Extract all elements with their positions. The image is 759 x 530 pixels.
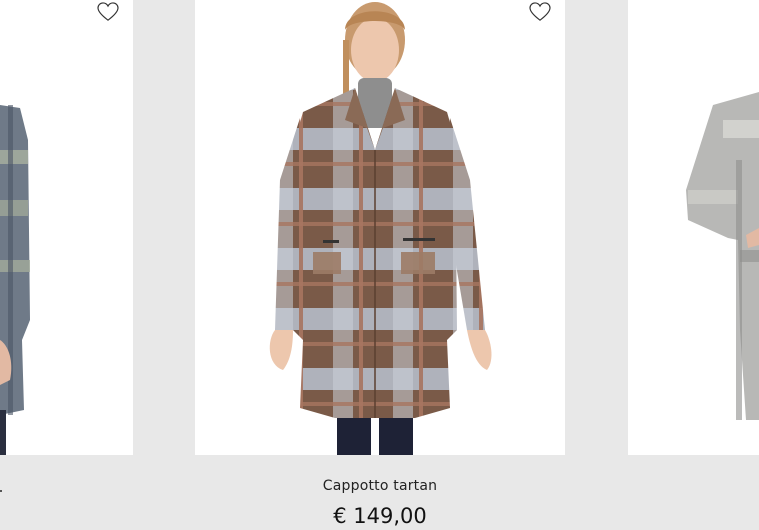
product-card-center[interactable] xyxy=(195,0,565,455)
product-image-left[interactable] xyxy=(0,0,133,455)
product-image-right[interactable] xyxy=(628,0,759,455)
product-card-right[interactable] xyxy=(628,0,759,455)
heart-outline-icon[interactable] xyxy=(529,2,551,22)
heart-outline-icon[interactable] xyxy=(97,2,119,22)
product-card-left[interactable] xyxy=(0,0,133,455)
product-price: € 149,00 xyxy=(333,504,427,528)
left-card-name-fragment xyxy=(0,490,2,492)
product-name[interactable]: Cappotto tartan xyxy=(195,478,565,494)
product-image-center[interactable] xyxy=(195,0,565,455)
